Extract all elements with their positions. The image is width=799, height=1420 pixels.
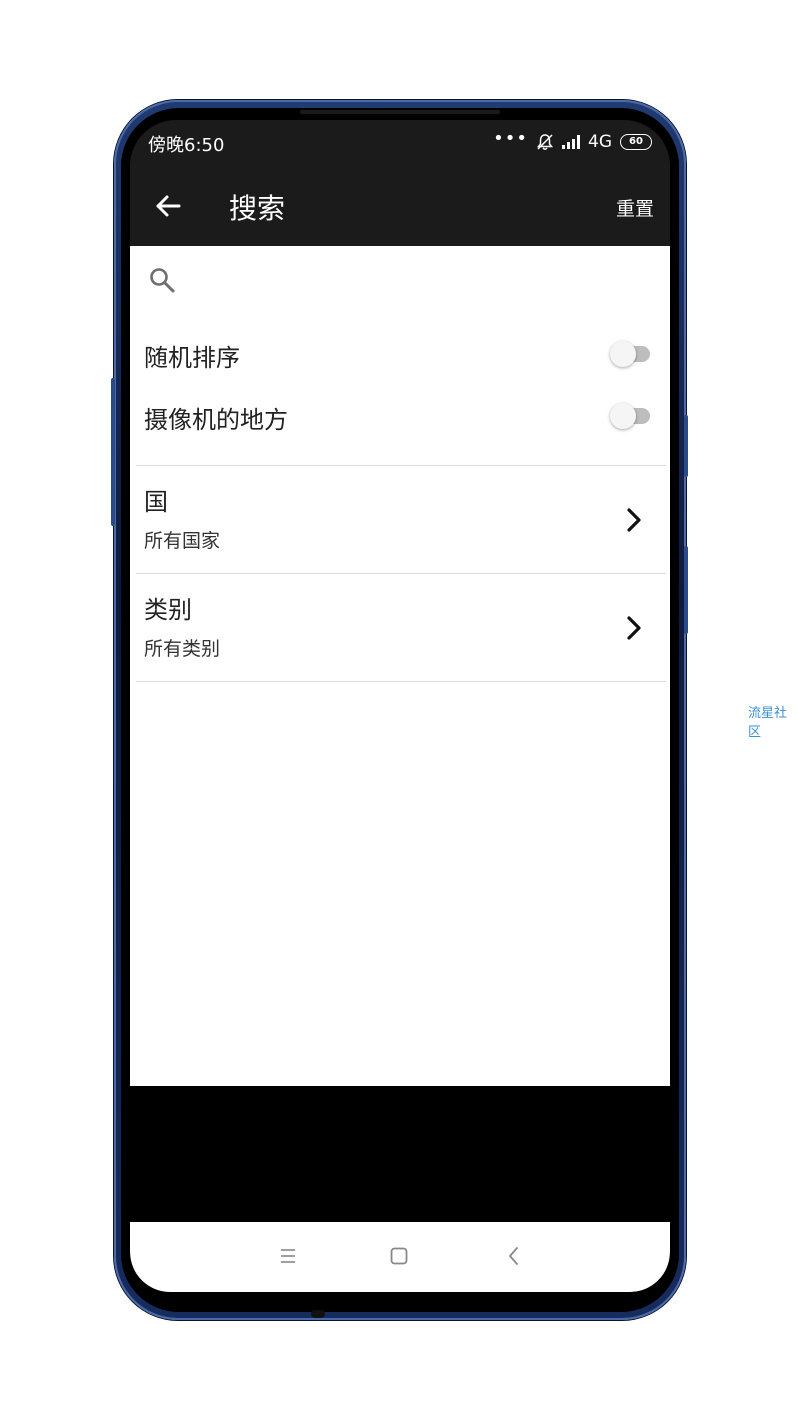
nav-item-subtitle: 所有类别	[144, 638, 221, 660]
toggle-label: 随机排序	[144, 344, 240, 372]
chevron-right-icon	[627, 616, 641, 640]
screen: 傍晚6:50 ••• 4G 60 搜索 重置 随机排序 摄像机的地方 国 所有国…	[130, 120, 670, 1292]
earpiece	[300, 110, 500, 114]
nav-item-country[interactable]: 国 所有国家	[144, 468, 656, 574]
bottom-sensor	[311, 1310, 325, 1318]
reset-button[interactable]: 重置	[616, 194, 654, 221]
page-title: 搜索	[229, 192, 286, 225]
back-icon[interactable]	[502, 1244, 526, 1268]
divider	[136, 573, 666, 574]
nav-item-title: 国	[144, 488, 168, 516]
battery-icon: 60	[620, 134, 652, 150]
chevron-right-icon	[627, 508, 641, 532]
divider	[136, 465, 666, 466]
nav-item-title: 类别	[144, 596, 192, 624]
toggle-row-random-sort[interactable]: 随机排序	[144, 328, 656, 378]
search-icon[interactable]	[148, 266, 176, 294]
filter-panel: 随机排序 摄像机的地方 国 所有国家 类别 所有类别	[130, 246, 670, 1086]
toggle-label: 摄像机的地方	[144, 406, 288, 434]
back-arrow-icon[interactable]	[152, 190, 184, 222]
watermark: 流星社区	[748, 706, 788, 740]
toggle-row-camera-location[interactable]: 摄像机的地方	[144, 390, 656, 440]
signal-icon	[562, 135, 580, 149]
random-sort-toggle[interactable]	[610, 341, 650, 367]
power-button	[684, 415, 688, 477]
bell-muted-icon	[536, 134, 554, 150]
status-bar: 傍晚6:50 ••• 4G 60	[130, 120, 670, 164]
nav-item-category[interactable]: 类别 所有类别	[144, 576, 656, 682]
home-icon[interactable]	[387, 1244, 411, 1268]
status-time: 傍晚6:50	[148, 135, 225, 156]
divider	[136, 681, 666, 682]
volume-button	[111, 378, 115, 526]
camera-location-toggle[interactable]	[610, 403, 650, 429]
side-button	[684, 546, 688, 634]
menu-icon[interactable]	[276, 1244, 300, 1268]
status-icons: ••• 4G 60	[493, 127, 652, 154]
network-type: 4G	[588, 132, 612, 152]
system-nav-bar	[130, 1222, 670, 1292]
notification-dots: •••	[493, 127, 528, 149]
nav-item-subtitle: 所有国家	[144, 530, 221, 552]
empty-area	[130, 1086, 670, 1222]
app-bar: 搜索 重置	[130, 164, 670, 246]
